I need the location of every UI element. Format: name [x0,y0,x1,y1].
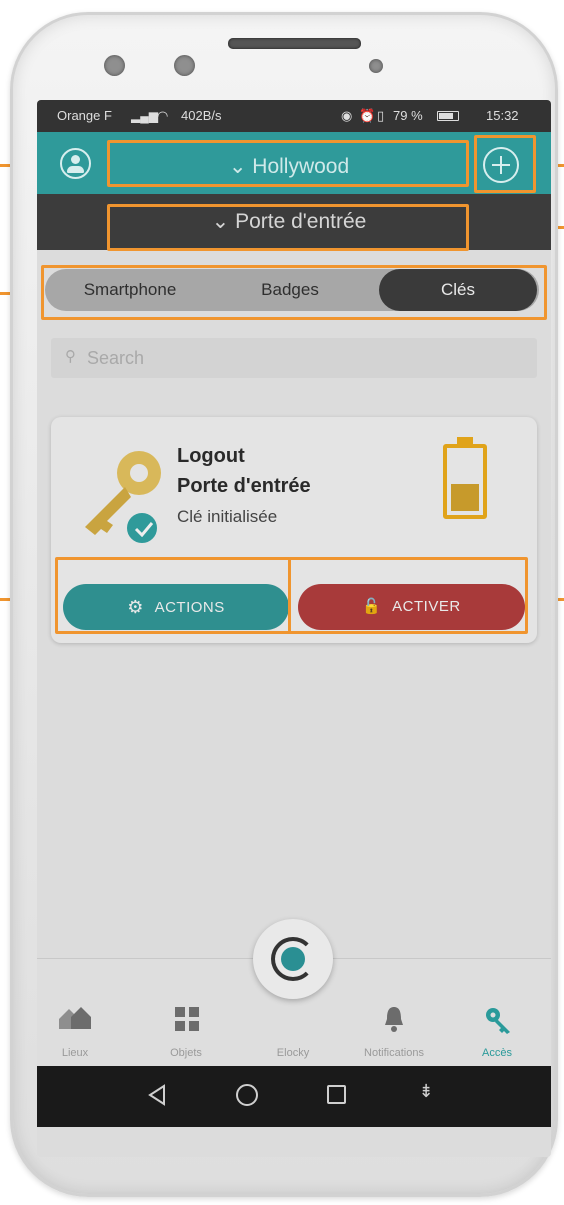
key-status: Clé initialisée [177,507,278,526]
elocky-logo-icon [253,919,333,999]
carrier-label: Orange F [57,108,112,123]
search-input[interactable]: ⚲ Search [51,338,537,378]
status-bar: Orange F ▂▄▆ ◠ 402B/s ◉ ⏰ ▯ 79 % 15:32 [37,100,551,132]
bell-icon [385,1007,403,1032]
back-icon[interactable] [147,1084,167,1106]
nav-item-acces[interactable]: Accès [465,1003,529,1061]
nav-label-elocky: Elocky [276,1047,310,1059]
nav-item-elocky[interactable]: Elocky [253,919,333,1061]
nav-label-lieux: Lieux [61,1047,89,1059]
key-door: Porte d'entrée [177,475,311,497]
android-nav-bar: ⇟ [37,1066,551,1127]
front-camera-left [104,55,125,76]
proximity-sensor [369,59,383,73]
highlight-door-selector [107,204,469,251]
battery-percent: 79 % [393,108,423,123]
app-screen: Orange F ▂▄▆ ◠ 402B/s ◉ ⏰ ▯ 79 % 15:32 ⌄… [37,100,551,1157]
highlight-add-button [474,135,536,193]
nav-label-notifications: Notifications [364,1047,424,1059]
nav-item-notifications[interactable]: Notifications [347,1003,441,1061]
network-speed: 402B/s [181,108,222,123]
nav-item-objets[interactable]: Objets [149,1003,223,1061]
earpiece-speaker [228,38,361,49]
houses-icon [59,1007,91,1029]
wifi-icon: ◠ [157,108,169,123]
nav-label-acces: Accès [482,1047,512,1059]
front-camera-right [174,55,195,76]
battery-fill [451,484,479,511]
home-icon[interactable] [236,1084,258,1106]
grid-icon [175,1007,199,1031]
highlight-location-selector [107,140,469,187]
search-icon: ⚲ [65,348,76,365]
signal-icon: ▂▄▆ [131,109,158,123]
check-badge-icon [125,511,159,545]
search-placeholder: Search [87,348,145,368]
nav-item-lieux[interactable]: Lieux [45,1003,105,1061]
key-icon [486,1008,510,1034]
battery-gauge-icon [443,437,487,519]
recents-icon[interactable] [327,1085,346,1104]
battery-status-icon [437,111,459,121]
key-name: Logout [177,445,245,467]
clock: 15:32 [486,108,519,123]
highlight-activate-button [288,557,528,634]
bottom-navigation: Lieux Objets Elocky Notifications Accès [37,919,551,1066]
profile-icon[interactable] [60,148,91,179]
nav-label-objets: Objets [170,1047,202,1059]
highlight-tabs [41,265,547,320]
eye-icon: ◉ [341,108,353,123]
highlight-actions-button [55,557,291,634]
vibrate-icon: ▯ [377,108,385,123]
alarm-icon: ⏰ [359,108,376,123]
notification-shade-icon[interactable]: ⇟ [417,1081,435,1107]
